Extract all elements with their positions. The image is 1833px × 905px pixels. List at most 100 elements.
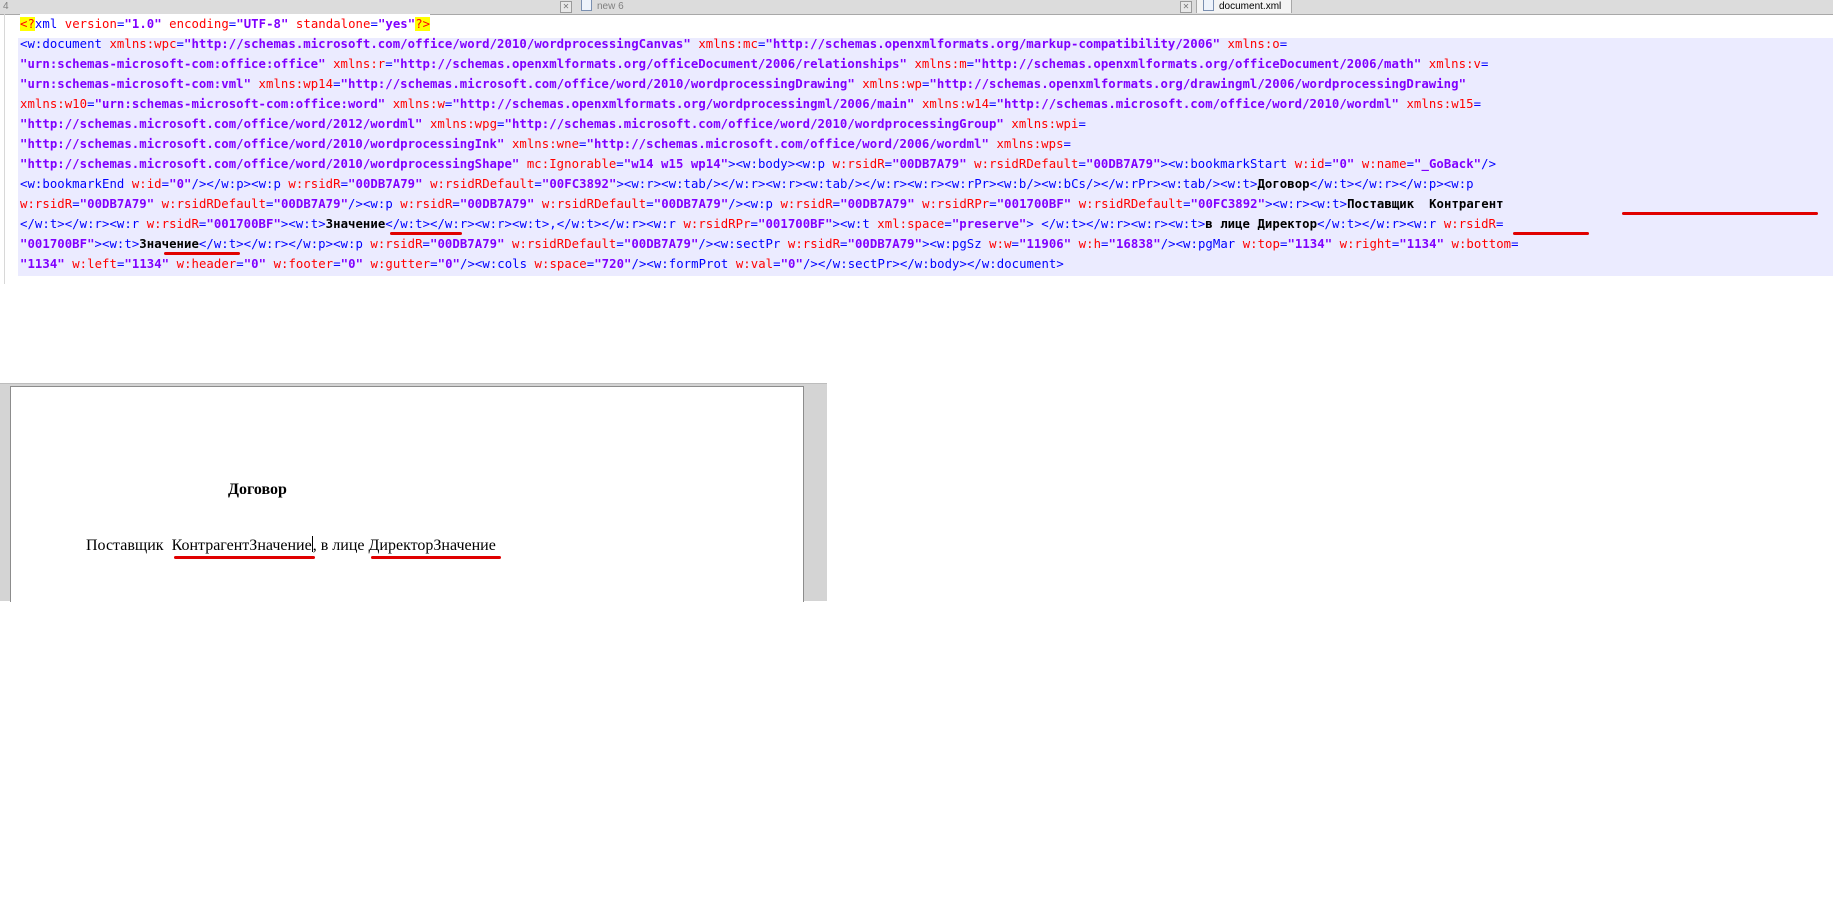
code-token: = xyxy=(1406,157,1415,171)
close-icon[interactable]: ✕ xyxy=(1180,1,1192,13)
code-token: "00DB7A79" xyxy=(623,237,699,251)
code-token: xmlns:w15 xyxy=(1406,97,1474,111)
tab-document-xml[interactable]: document.xml xyxy=(1196,0,1293,13)
annotation-underline xyxy=(1513,232,1589,235)
supplier-label: Поставщик xyxy=(86,537,172,554)
code-token: w:rsidRPr xyxy=(922,197,990,211)
code-token: /><w:sectPr xyxy=(698,237,788,251)
tab-new-6[interactable]: new 6 xyxy=(581,0,624,13)
code-token: w:rsidR xyxy=(288,177,341,191)
code-token: ><w:t xyxy=(832,217,878,231)
code-token: ><w:body><w:p xyxy=(728,157,833,171)
code-token: "urn:schemas-microsoft-com:office:word" xyxy=(94,97,386,111)
tab-4[interactable]: 4 xyxy=(3,0,9,13)
code-token: = xyxy=(1063,137,1072,151)
code-token: "UTF-8" xyxy=(236,17,289,31)
code-token: w:rsidRDefault xyxy=(974,157,1079,171)
code-line: "http://schemas.microsoft.com/office/wor… xyxy=(20,114,1086,134)
code-token: "1134" xyxy=(1287,237,1333,251)
code-token: "00FC3892" xyxy=(1190,197,1266,211)
code-token: Договор xyxy=(1257,177,1310,191)
code-token: xmlns:w10 xyxy=(20,97,88,111)
code-token: = xyxy=(1183,197,1191,211)
code-token: "http://schemas.microsoft.com/office/wor… xyxy=(20,117,423,131)
document-page: Договор Поставщик КонтрагентЗначение, в … xyxy=(10,386,804,602)
tab-bar: 4 ✕ new 6 ✕ document.xml xyxy=(0,0,1833,15)
code-token: "1134" xyxy=(20,257,65,271)
code-line: xmlns:w10="urn:schemas-microsoft-com:off… xyxy=(20,94,1481,114)
code-token: = xyxy=(236,257,244,271)
code-token: /><w:pgMar xyxy=(1160,237,1243,251)
code-token: "http://schemas.microsoft.com/office/wor… xyxy=(504,117,1004,131)
code-token: = xyxy=(1279,37,1288,51)
code-token: = xyxy=(266,197,274,211)
code-token: "1134" xyxy=(124,257,170,271)
code-token: = xyxy=(989,197,997,211)
code-token: w:rsidR xyxy=(780,197,833,211)
code-token: w:space xyxy=(534,257,587,271)
code-token: w:h xyxy=(1078,237,1102,251)
document-body-line: Поставщик КонтрагентЗначение, в лице Дир… xyxy=(86,536,496,555)
code-token: Значение xyxy=(325,217,386,231)
code-token: w:top xyxy=(1242,237,1280,251)
code-editor[interactable]: <?xml version = "1.0" encoding = "UTF-8" sta… xyxy=(0,14,1833,284)
code-token: "0" xyxy=(340,257,364,271)
code-token: ><w:r><w:tab/></w:r><w:r><w:tab/></w:r><… xyxy=(616,177,1258,191)
file-icon xyxy=(581,0,592,12)
code-token: "00DB7A79" xyxy=(892,157,967,171)
code-token: = xyxy=(832,197,841,211)
code-token: = xyxy=(161,177,170,191)
code-token: = xyxy=(1473,97,1482,111)
code-token: в лице Директор xyxy=(1205,217,1318,231)
code-token: = xyxy=(773,257,781,271)
code-token: "1134" xyxy=(1399,237,1445,251)
code-token: = xyxy=(840,237,848,251)
code-token: "urn:schemas-microsoft-com:office:office… xyxy=(20,57,326,71)
code-token: xmlns:wp14 xyxy=(258,77,334,91)
code-token: = xyxy=(616,157,624,171)
code-token: encoding xyxy=(169,17,229,31)
code-token: w:right xyxy=(1339,237,1392,251)
code-token: "00DB7A79" xyxy=(653,197,729,211)
code-token: w:rsidR xyxy=(20,197,73,211)
code-token: "http://schemas.openxmlformats.org/marku… xyxy=(765,37,1221,51)
code-token: = xyxy=(333,77,341,91)
code-token: "0" xyxy=(1332,157,1355,171)
code-token: "http://schemas.microsoft.com/office/wor… xyxy=(20,137,505,151)
close-icon[interactable]: ✕ xyxy=(560,1,572,13)
code-token: "720" xyxy=(594,257,632,271)
code-token: "0" xyxy=(169,177,192,191)
code-token: "00DB7A79" xyxy=(840,197,915,211)
code-token: = xyxy=(176,37,185,51)
code-token: ><w:t> xyxy=(94,237,140,251)
code-token: /></w:p><w:p xyxy=(191,177,289,191)
code-token: "001700BF" xyxy=(20,237,95,251)
code-token: "0" xyxy=(780,257,803,271)
code-token: xmlns:mc xyxy=(698,37,758,51)
code-token: "http://schemas.openxmlformats.org/drawi… xyxy=(929,77,1467,91)
code-token: "001700BF" xyxy=(758,217,833,231)
code-token: w:left xyxy=(72,257,117,271)
code-token: w:rsidR xyxy=(1443,217,1496,231)
code-line: "001700BF"><w:t>Значение</w:t></w:r></w:… xyxy=(20,234,1519,254)
field-director: ДиректорЗначение xyxy=(368,537,496,554)
code-token: ><w:pgSz xyxy=(922,237,990,251)
code-token: standalone xyxy=(295,17,371,31)
code-token: "_GoBack" xyxy=(1414,157,1482,171)
code-token: = xyxy=(87,97,95,111)
code-token: = xyxy=(340,177,349,191)
code-token: Значение xyxy=(139,237,199,251)
document-preview: Договор Поставщик КонтрагентЗначение, в … xyxy=(0,383,827,602)
code-token: ><w:bookmarkStart xyxy=(1160,157,1295,171)
code-token: = xyxy=(750,217,758,231)
